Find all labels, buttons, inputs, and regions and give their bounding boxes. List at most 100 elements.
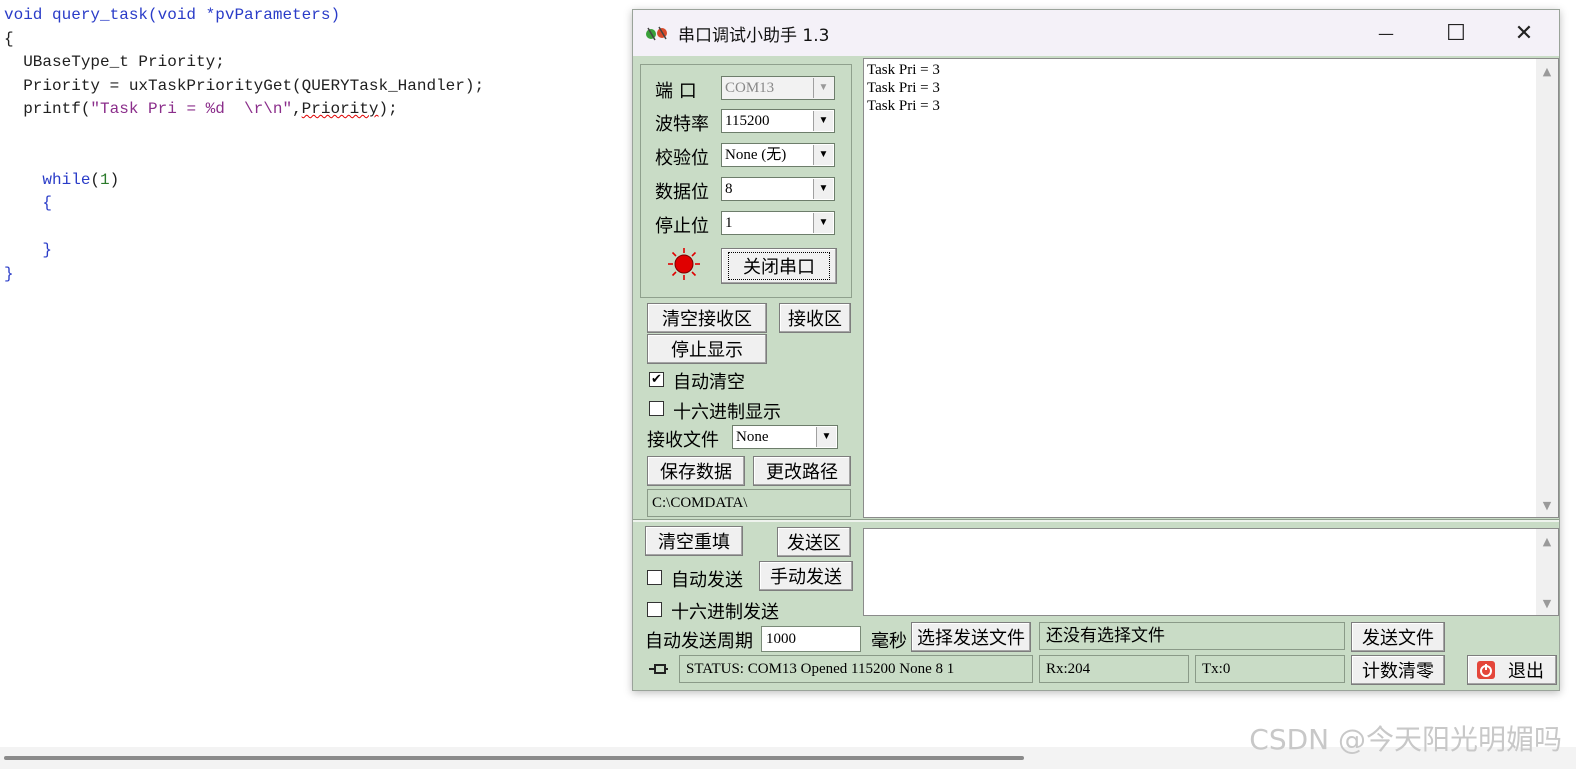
clear-receive-label: 清空接收区 <box>662 309 752 330</box>
parity-select[interactable]: None (无) ▼ <box>721 143 835 167</box>
save-data-button[interactable]: 保存数据 <box>647 456 745 486</box>
code-line-12: } <box>4 264 14 283</box>
stop-display-button[interactable]: 停止显示 <box>647 334 767 364</box>
parity-value: None (无) <box>725 147 787 163</box>
exit-button[interactable]: 退出 <box>1467 655 1557 685</box>
send-period-label: 自动发送周期 <box>645 631 753 652</box>
hex-display-label: 十六进制显示 <box>673 402 781 423</box>
send-period-input[interactable]: 1000 <box>761 626 861 652</box>
save-path-field: C:\COMDATA\ <box>647 489 851 517</box>
manual-send-label: 手动发送 <box>770 567 842 588</box>
databits-value: 8 <box>725 181 733 197</box>
close-icon: ✕ <box>1514 20 1534 46</box>
receive-area-button[interactable]: 接收区 <box>779 303 851 333</box>
manual-send-button[interactable]: 手动发送 <box>759 561 853 591</box>
watermark: CSDN @今天阳光明媚吗 <box>1249 723 1562 756</box>
chevron-down-icon: ▼ <box>813 78 833 98</box>
receive-textarea[interactable]: Task Pri = 3 Task Pri = 3 Task Pri = 3 ▲… <box>863 58 1559 518</box>
minimize-icon: — <box>1378 23 1394 43</box>
section-divider <box>633 519 1559 522</box>
choose-send-file-label: 选择发送文件 <box>917 628 1025 649</box>
code-line-5: printf("Task Pri = %d \r\n",Priority); <box>4 100 398 118</box>
databits-select[interactable]: 8 ▼ <box>721 177 835 201</box>
send-area-button[interactable]: 发送区 <box>777 527 851 557</box>
send-scrollbar[interactable]: ▲ ▼ <box>1536 529 1558 615</box>
exit-label: 退出 <box>1508 661 1544 682</box>
parity-label: 校验位 <box>655 148 709 169</box>
receive-output: Task Pri = 3 Task Pri = 3 Task Pri = 3 <box>867 62 940 114</box>
chevron-down-icon: ▼ <box>813 111 833 131</box>
receive-scrollbar[interactable]: ▲ ▼ <box>1536 59 1558 517</box>
maximize-button[interactable]: ☐ <box>1421 10 1491 56</box>
ms-unit-label: 毫秒 <box>871 631 907 652</box>
clear-receive-button[interactable]: 清空接收区 <box>647 303 767 333</box>
code-line-2: { <box>4 29 14 48</box>
code-line-9: { <box>4 194 53 212</box>
stopbits-value: 1 <box>725 215 733 231</box>
serial-assistant-window: 串口调试小助手 1.3 — ☐ ✕ 端 口 COM13 ▼ 波特率 115200… <box>632 9 1560 691</box>
chevron-down-icon: ▼ <box>816 427 836 447</box>
checkmark-icon: ✔ <box>651 372 662 387</box>
minimize-button[interactable]: — <box>1351 10 1421 56</box>
auto-send-checkbox[interactable] <box>647 570 662 585</box>
stopbits-select[interactable]: 1 ▼ <box>721 211 835 235</box>
tx-count: Tx:0 <box>1195 655 1345 683</box>
close-window-button[interactable]: ✕ <box>1489 10 1559 56</box>
rx-count: Rx:204 <box>1039 655 1189 683</box>
code-line-1: void query_task(void *pvParameters) <box>4 6 341 24</box>
baud-value: 115200 <box>725 113 770 129</box>
port-status-led-icon <box>668 248 700 280</box>
power-icon <box>1477 661 1495 679</box>
toggle-port-button[interactable]: 关闭串口 <box>721 248 837 284</box>
clear-send-button[interactable]: 清空重填 <box>645 526 743 556</box>
choose-send-file-button[interactable]: 选择发送文件 <box>911 622 1031 652</box>
chevron-down-icon: ▼ <box>813 145 833 165</box>
auto-clear-label: 自动清空 <box>673 372 745 393</box>
receive-file-label: 接收文件 <box>647 430 719 451</box>
maximize-icon: ☐ <box>1446 20 1466 46</box>
save-data-label: 保存数据 <box>660 462 732 483</box>
reset-count-label: 计数清零 <box>1362 661 1434 682</box>
change-path-label: 更改路径 <box>766 462 838 483</box>
auto-clear-checkbox[interactable]: ✔ <box>649 372 664 387</box>
stop-display-label: 停止显示 <box>671 340 743 361</box>
scroll-up-icon[interactable]: ▲ <box>1536 61 1558 81</box>
scroll-up-icon[interactable]: ▲ <box>1536 531 1558 551</box>
baud-label: 波特率 <box>655 114 709 135</box>
send-textarea[interactable]: ▲ ▼ <box>863 528 1559 616</box>
code-line-11: } <box>4 241 53 259</box>
port-select[interactable]: COM13 ▼ <box>721 76 835 100</box>
scroll-down-icon[interactable]: ▼ <box>1536 495 1558 515</box>
scroll-down-icon[interactable]: ▼ <box>1536 593 1558 613</box>
chevron-down-icon: ▼ <box>813 179 833 199</box>
port-label: 端 口 <box>655 81 697 102</box>
chevron-down-icon: ▼ <box>813 213 833 233</box>
port-value: COM13 <box>725 80 775 96</box>
code-line-8: while(1) <box>42 170 120 189</box>
title-bar[interactable]: 串口调试小助手 1.3 — ☐ ✕ <box>633 10 1559 56</box>
hex-send-label: 十六进制发送 <box>671 602 779 623</box>
window-title: 串口调试小助手 1.3 <box>678 26 830 46</box>
receive-area-label: 接收区 <box>788 309 842 330</box>
clear-send-label: 清空重填 <box>658 532 730 553</box>
reset-count-button[interactable]: 计数清零 <box>1351 655 1445 685</box>
receive-file-select[interactable]: None ▼ <box>732 425 838 449</box>
hex-display-checkbox[interactable] <box>649 401 664 416</box>
send-file-button[interactable]: 发送文件 <box>1351 622 1445 652</box>
stopbits-label: 停止位 <box>655 216 709 237</box>
pin-icon[interactable] <box>647 660 669 678</box>
send-file-status: 还没有选择文件 <box>1039 622 1345 650</box>
horizontal-scroll-thumb[interactable] <box>4 756 1024 760</box>
send-file-label: 发送文件 <box>1362 628 1434 649</box>
databits-label: 数据位 <box>655 182 709 203</box>
baud-select[interactable]: 115200 ▼ <box>721 109 835 133</box>
hex-send-checkbox[interactable] <box>647 602 662 617</box>
send-area-label: 发送区 <box>787 533 841 554</box>
code-editor[interactable]: void query_task(void *pvParameters) { UB… <box>0 0 630 740</box>
code-text: void query_task(void *pvParameters) { UB… <box>4 4 484 286</box>
code-line-3: UBaseType_t Priority; <box>4 53 225 71</box>
code-line-4: Priority = uxTaskPriorityGet(QUERYTask_H… <box>4 76 485 95</box>
auto-send-label: 自动发送 <box>671 570 743 591</box>
receive-file-value: None <box>736 429 769 445</box>
change-path-button[interactable]: 更改路径 <box>753 456 851 486</box>
